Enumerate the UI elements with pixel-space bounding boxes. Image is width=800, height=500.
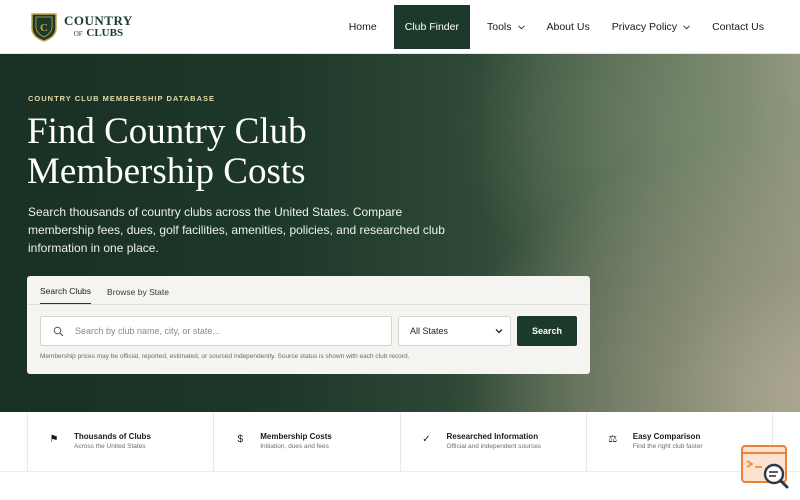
search-tabs: Search Clubs Browse by State (40, 276, 185, 304)
state-select-value: All States (410, 326, 449, 336)
crest-icon: C (31, 12, 57, 42)
pricing-disclaimer: Membership prices may be official, repor… (40, 353, 410, 360)
nav-privacy-policy[interactable]: Privacy Policy (601, 5, 701, 49)
feature-strip: ⚑ Thousands of Clubs Across the United S… (27, 412, 773, 471)
search-icon (47, 326, 69, 337)
chevron-down-icon (517, 24, 525, 30)
feature-subtitle: Initiation, dues and fees (260, 443, 329, 450)
search-button[interactable]: Search (517, 316, 577, 346)
search-card: Search Clubs Browse by State All States … (27, 276, 590, 374)
chevron-down-icon (495, 329, 503, 334)
logo-line-1: COUNTRY (64, 13, 133, 28)
check-icon: ✓ (422, 434, 431, 445)
nav-club-finder-label: Club Finder (404, 21, 459, 33)
site-logo[interactable]: C COUNTRY OF CLUBS (30, 9, 137, 44)
hero-eyebrow: COUNTRY CLUB MEMBERSHIP DATABASE (28, 94, 216, 103)
section-divider (0, 471, 800, 472)
nav-about-us[interactable]: About Us (536, 5, 601, 49)
feature-title: Researched Information (446, 432, 539, 441)
tab-search-clubs[interactable]: Search Clubs (40, 286, 92, 304)
feature-title: Easy Comparison (632, 432, 701, 441)
flag-icon: ⚑ (49, 434, 59, 445)
feature-title: Thousands of Clubs (74, 432, 151, 441)
nav-contact-us-label: Contact Us (712, 21, 764, 33)
tab-browse-by-state[interactable]: Browse by State (107, 287, 169, 304)
nav-tools[interactable]: Tools (476, 5, 536, 49)
feature-title: Membership Costs (260, 432, 332, 441)
feature-item: $ Membership Costs Initiation, dues and … (214, 412, 401, 471)
nav-club-finder[interactable]: Club Finder (393, 5, 470, 49)
search-widget-icon[interactable] (740, 444, 792, 490)
main-nav: Home Club Finder Tools About Us Privacy … (338, 0, 800, 54)
feature-item: ✓ Researched Information Official and in… (401, 412, 587, 471)
state-select[interactable]: All States (398, 316, 511, 346)
feature-subtitle: Official and independent sources (446, 443, 542, 450)
site-header: C COUNTRY OF CLUBS Home Club Finder Tool… (0, 0, 800, 54)
dollar-icon: $ (237, 434, 244, 445)
logo-line-2-small: OF (73, 30, 83, 38)
hero-section: COUNTRY CLUB MEMBERSHIP DATABASE Find Co… (0, 54, 800, 412)
feature-subtitle: Find the right club faster (632, 443, 703, 450)
scale-icon: ⚖ (608, 434, 618, 445)
nav-home[interactable]: Home (338, 5, 388, 49)
nav-home-label: Home (348, 21, 377, 33)
logo-wordmark: COUNTRY OF CLUBS (64, 14, 133, 39)
nav-contact-us[interactable]: Contact Us (701, 5, 800, 49)
logo-line-2-main: CLUBS (86, 27, 124, 39)
feature-subtitle: Across the United States (74, 443, 146, 450)
tabs-divider (27, 304, 590, 305)
svg-text:C: C (40, 22, 48, 34)
nav-privacy-policy-label: Privacy Policy (611, 21, 678, 33)
hero-title: Find Country Club Membership Costs (27, 111, 307, 192)
search-input[interactable] (75, 326, 375, 336)
logo-line-2: OF CLUBS (64, 28, 133, 39)
nav-tools-label: Tools (486, 21, 512, 33)
chevron-down-icon (683, 24, 690, 30)
hero-subtitle: Search thousands of country clubs across… (28, 205, 445, 255)
feature-item: ⚑ Thousands of Clubs Across the United S… (28, 412, 215, 471)
search-field[interactable] (40, 316, 392, 346)
nav-about-us-label: About Us (546, 21, 590, 33)
